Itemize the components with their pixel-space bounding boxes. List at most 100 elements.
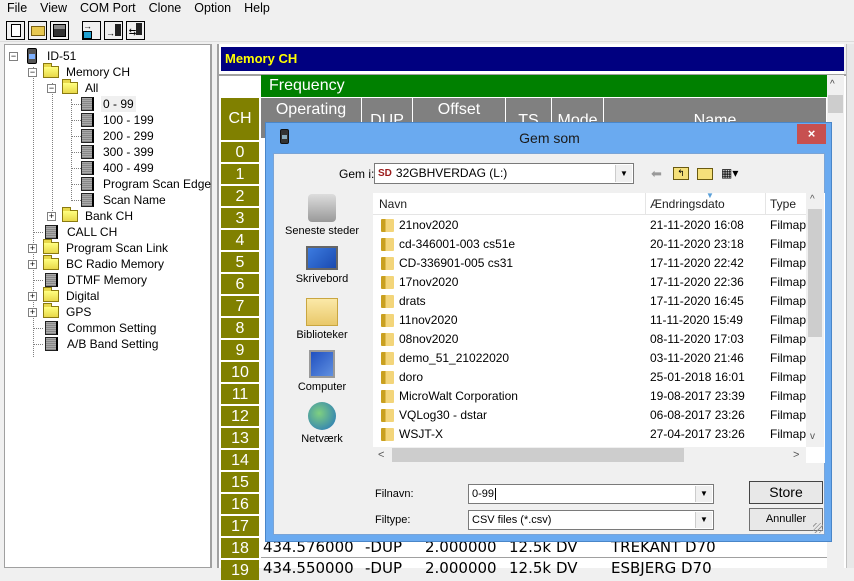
filename-input[interactable]: 0-99 ▼ — [468, 484, 714, 504]
file-list-item[interactable]: 11nov2020 11-11-2020 15:49 Filmappe — [373, 311, 806, 330]
channel-number-cell[interactable]: 11 — [221, 383, 259, 404]
resize-grip-icon[interactable] — [813, 523, 823, 533]
read-from-radio-button[interactable]: → — [82, 21, 101, 40]
scroll-up-icon[interactable]: ^ — [830, 79, 835, 90]
scroll-thumb[interactable] — [828, 95, 843, 113]
tree-node-scan-name[interactable]: Scan Name — [81, 192, 168, 208]
file-list-item[interactable]: drats 17-11-2020 16:45 Filmappe — [373, 292, 806, 311]
tree-node-root[interactable]: ID-51 — [27, 48, 78, 64]
channel-number-cell[interactable]: 19 — [221, 559, 259, 580]
place-network[interactable]: Netværk — [274, 402, 370, 445]
menu-clone[interactable]: Clone — [142, 0, 188, 18]
expand-icon[interactable]: + — [28, 292, 37, 301]
write-to-radio-button[interactable]: → — [104, 21, 123, 40]
channel-number-cell[interactable]: 4 — [221, 229, 259, 250]
menu-file[interactable]: File — [0, 0, 33, 18]
file-list-horizontal-scrollbar[interactable]: < > — [373, 447, 806, 463]
channel-number-cell[interactable]: 12 — [221, 405, 259, 426]
channel-number-cell[interactable]: 8 — [221, 317, 259, 338]
tree-node-gps[interactable]: GPS — [43, 303, 93, 320]
tree-node-memory-ch[interactable]: Memory CH — [43, 63, 132, 80]
collapse-icon[interactable]: − — [47, 84, 56, 93]
channel-number-cell[interactable]: 1 — [221, 163, 259, 184]
file-list[interactable]: Navn Ændringsdato ▼ Type 21nov2020 21-11-… — [373, 191, 825, 463]
file-list-item[interactable]: doro 25-01-2018 16:01 Filmappe — [373, 368, 806, 387]
cell-mode[interactable]: DV — [556, 558, 578, 579]
place-recent[interactable]: Seneste steder — [274, 194, 370, 237]
menu-com-port[interactable]: COM Port — [73, 0, 142, 18]
tree-node-common-setting[interactable]: Common Setting — [45, 320, 158, 336]
expand-icon[interactable]: + — [28, 260, 37, 269]
cell-operating[interactable]: 434.550000 — [263, 558, 354, 579]
cell-ts[interactable]: 12.5k — [509, 558, 551, 579]
channel-number-cell[interactable]: 14 — [221, 449, 259, 470]
channel-number-cell[interactable]: 5 — [221, 251, 259, 272]
file-list-item[interactable]: 21nov2020 21-11-2020 16:08 Filmappe — [373, 216, 806, 235]
place-computer[interactable]: Computer — [274, 350, 370, 393]
channel-number-cell[interactable]: 10 — [221, 361, 259, 382]
tree-node-range-400-499[interactable]: 400 - 499 — [81, 160, 156, 176]
channel-number-cell[interactable]: 13 — [221, 427, 259, 448]
tree-node-range-0-99[interactable]: 0 - 99 — [81, 96, 136, 112]
close-button[interactable]: × — [797, 124, 826, 144]
expand-icon[interactable]: + — [28, 244, 37, 253]
new-file-button[interactable] — [6, 21, 25, 40]
column-header-name[interactable]: Navn — [379, 193, 407, 215]
channel-number-cell[interactable]: 6 — [221, 273, 259, 294]
scroll-right-icon[interactable]: > — [793, 447, 799, 463]
scroll-left-icon[interactable]: < — [378, 447, 384, 463]
clone-radio-button[interactable]: ⇆ — [126, 21, 145, 40]
save-button[interactable] — [50, 21, 69, 40]
cell-name[interactable]: ESBJERG D70 — [611, 558, 712, 579]
channel-number-cell[interactable]: 9 — [221, 339, 259, 360]
filetype-dropdown[interactable]: CSV files (*.csv) ▼ — [468, 510, 714, 530]
place-libraries[interactable]: Biblioteker — [274, 298, 370, 341]
tree-node-range-300-399[interactable]: 300 - 399 — [81, 144, 156, 160]
expand-icon[interactable]: + — [28, 308, 37, 317]
view-menu-icon[interactable]: ▦▾ — [721, 166, 738, 180]
cell-offset[interactable]: 2.000000 — [425, 558, 497, 579]
file-list-item[interactable]: MicroWalt Corporation 19-08-2017 23:39 Fil… — [373, 387, 806, 406]
menu-option[interactable]: Option — [187, 0, 237, 18]
tree-node-bank-ch[interactable]: Bank CH — [62, 207, 135, 224]
tree-node-digital[interactable]: Digital — [43, 287, 101, 304]
collapse-icon[interactable]: − — [9, 52, 18, 61]
expand-icon[interactable]: + — [47, 212, 56, 221]
menu-help[interactable]: Help — [237, 0, 276, 18]
file-list-item[interactable]: cd-346001-003 cs51e 20-11-2020 23:18 Filma… — [373, 235, 806, 254]
file-list-item[interactable]: WSJT-X 27-04-2017 23:26 Filmappe — [373, 425, 806, 444]
file-list-item[interactable]: CD-336901-005 cs31 17-11-2020 22:42 Filmap… — [373, 254, 806, 273]
file-list-item[interactable]: demo_51_21022020 03-11-2020 21:46 Filmappe — [373, 349, 806, 368]
up-folder-icon[interactable]: ↰ — [673, 167, 689, 180]
tree-node-ab-band-setting[interactable]: A/B Band Setting — [45, 336, 160, 352]
new-folder-icon[interactable] — [697, 168, 713, 180]
save-in-dropdown[interactable]: SD 32GBHVERDAG (L:) ▼ — [374, 163, 634, 184]
tree-node-range-200-299[interactable]: 200 - 299 — [81, 128, 156, 144]
scroll-up-icon[interactable]: ^ — [810, 194, 815, 205]
file-list-vertical-scrollbar[interactable]: ^ v — [806, 193, 824, 447]
channel-number-cell[interactable]: 0 — [221, 141, 259, 162]
tree-node-range-100-199[interactable]: 100 - 199 — [81, 112, 156, 128]
file-list-item[interactable]: VQLog30 - dstar 06-08-2017 23:26 Filmappe — [373, 406, 806, 425]
channel-number-cell[interactable]: 18 — [221, 537, 259, 558]
menu-view[interactable]: View — [33, 0, 73, 18]
cell-dup[interactable]: -DUP — [365, 558, 402, 579]
tree-node-program-scan-link[interactable]: Program Scan Link — [43, 239, 170, 256]
open-button[interactable] — [28, 21, 47, 40]
tree-node-dtmf-memory[interactable]: DTMF Memory — [45, 272, 149, 288]
tree-node-bc-radio-memory[interactable]: BC Radio Memory — [43, 255, 166, 272]
chevron-down-icon[interactable]: ▼ — [695, 512, 712, 528]
save-button[interactable]: Store — [749, 481, 823, 504]
tree-view[interactable]: − ID-51 − Memory CH − All 0 - 99 100 - 1… — [4, 44, 212, 568]
channel-number-cell[interactable]: 15 — [221, 471, 259, 492]
channel-number-cell[interactable]: 3 — [221, 207, 259, 228]
tree-node-program-scan-edge[interactable]: Program Scan Edge — [81, 176, 213, 192]
channel-number-cell[interactable]: 7 — [221, 295, 259, 316]
file-list-item[interactable]: 08nov2020 08-11-2020 17:03 Filmappe — [373, 330, 806, 349]
scroll-thumb[interactable] — [808, 209, 822, 337]
channel-number-cell[interactable]: 17 — [221, 515, 259, 536]
chevron-down-icon[interactable]: ▼ — [615, 165, 632, 182]
back-icon[interactable]: ⬅ — [651, 166, 662, 182]
column-header-type[interactable]: Type — [770, 193, 796, 215]
scroll-thumb[interactable] — [392, 448, 684, 462]
